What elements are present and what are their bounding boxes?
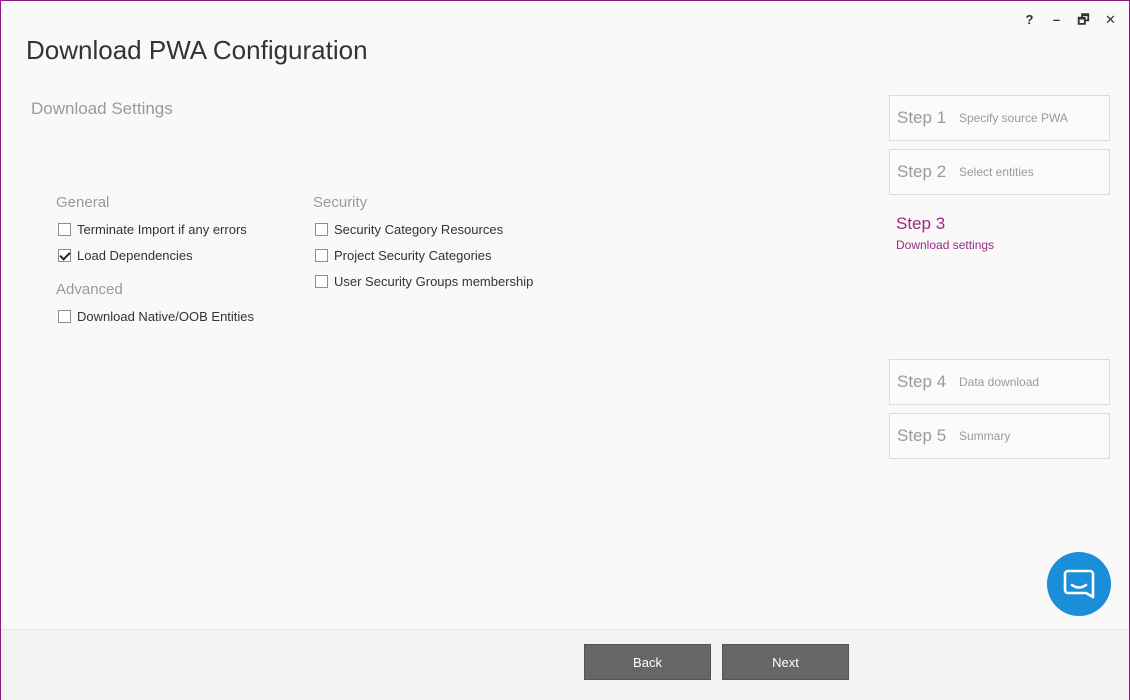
chat-bubble-icon [1063,569,1095,599]
option-label: Load Dependencies [77,248,193,263]
step-number: Step 4 [897,372,947,391]
step-label: Download settings [896,238,995,252]
window-controls: ? – 🗗 ✕ [1023,11,1117,29]
step-5[interactable]: Step 5 Summary [889,413,1110,459]
next-button[interactable]: Next [722,644,849,680]
step-number: Step 5 [897,426,947,445]
step-label: Specify source PWA [959,111,1068,125]
checkbox[interactable] [315,223,328,236]
restore-icon[interactable]: 🗗 [1077,11,1090,29]
section-general-heading: General [56,194,110,211]
chat-launcher-button[interactable] [1047,552,1111,616]
option-load-dependencies[interactable]: Load Dependencies [58,248,193,263]
page-subtitle: Download Settings [31,99,173,118]
option-label: Security Category Resources [334,222,504,237]
app-window: ? – 🗗 ✕ Download PWA Configuration Downl… [0,0,1130,700]
section-security-heading: Security [313,194,368,211]
step-label: Select entities [959,165,1034,179]
checkbox[interactable] [58,310,71,323]
help-icon[interactable]: ? [1023,11,1036,29]
checkbox[interactable] [315,249,328,262]
step-3-current: Step 3 Download settings [896,214,994,252]
checkbox[interactable] [315,275,328,288]
option-label: Project Security Categories [334,248,492,263]
option-terminate-import[interactable]: Terminate Import if any errors [58,222,247,237]
step-number: Step 3 [896,214,946,233]
option-label: Terminate Import if any errors [77,222,247,237]
footer-bar: Back Next [1,629,1129,700]
option-user-security-groups[interactable]: User Security Groups membership [315,274,533,289]
option-project-security-categories[interactable]: Project Security Categories [315,248,492,263]
step-4[interactable]: Step 4 Data download [889,359,1110,405]
step-1[interactable]: Step 1 Specify source PWA [889,95,1110,141]
option-label: Download Native/OOB Entities [77,309,255,324]
page-title: Download PWA Configuration [26,35,368,65]
step-2[interactable]: Step 2 Select entities [889,149,1110,195]
checkbox[interactable] [58,249,71,262]
section-advanced-heading: Advanced [56,281,123,298]
step-label: Data download [959,375,1040,389]
step-number: Step 1 [897,108,947,127]
option-security-category-resources[interactable]: Security Category Resources [315,222,503,237]
close-icon[interactable]: ✕ [1104,11,1117,29]
back-button[interactable]: Back [584,644,711,680]
option-label: User Security Groups membership [334,274,534,289]
step-label: Summary [959,429,1011,443]
minimize-icon[interactable]: – [1050,11,1063,29]
step-number: Step 2 [897,162,947,181]
option-download-native-entities[interactable]: Download Native/OOB Entities [58,309,254,324]
checkbox[interactable] [58,223,71,236]
